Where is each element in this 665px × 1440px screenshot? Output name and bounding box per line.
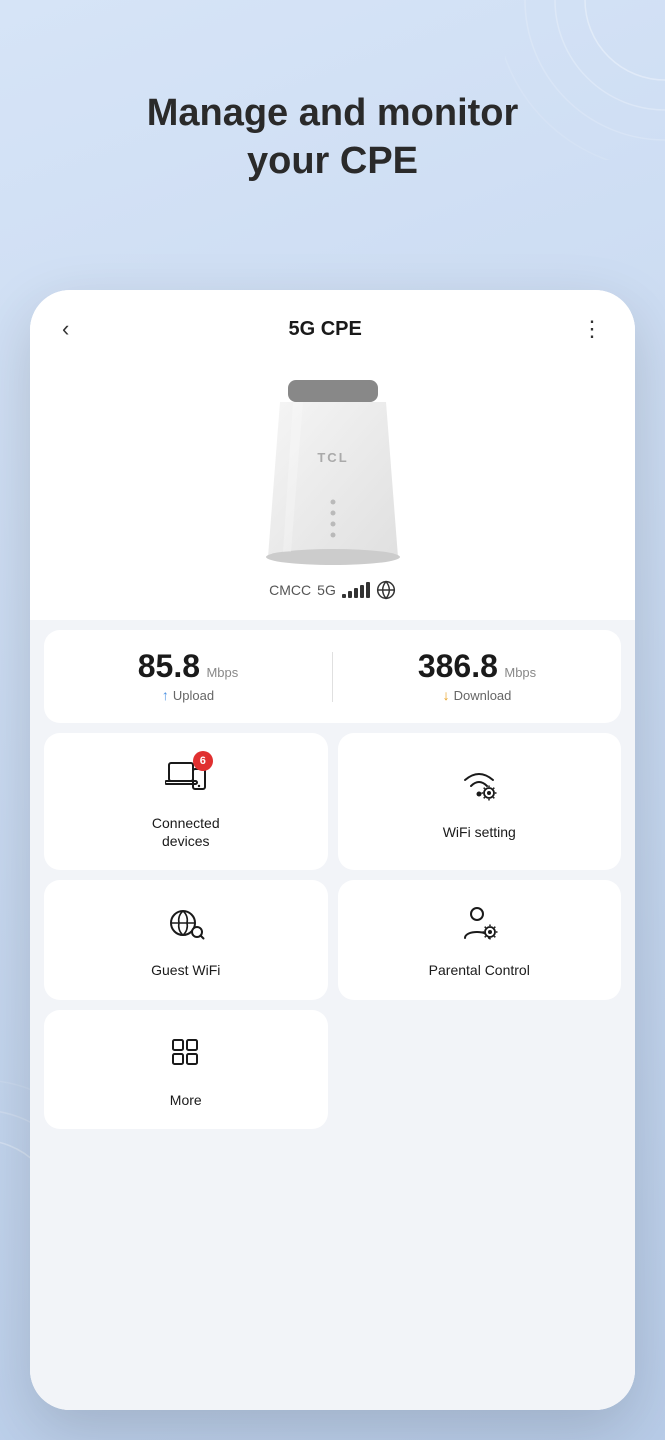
svg-text:TCL: TCL xyxy=(317,450,348,465)
globe-icon xyxy=(376,580,396,600)
parental-control-icon xyxy=(458,904,500,951)
signal-bar-5 xyxy=(366,582,370,598)
background: Manage and monitor your CPE ‹ 5G CPE ⋮ xyxy=(0,0,665,1440)
upload-arrow-icon: ↑ xyxy=(162,687,169,703)
parental-control-card[interactable]: Parental Control xyxy=(338,880,622,999)
device-status: CMCC 5G xyxy=(269,580,396,600)
download-label-row: ↓ Download xyxy=(443,687,512,703)
connected-devices-card[interactable]: 6 Connecteddevices xyxy=(44,733,328,870)
more-label: More xyxy=(170,1091,202,1109)
phone-frame: ‹ 5G CPE ⋮ xyxy=(30,290,635,1410)
signal-bar-4 xyxy=(360,585,364,598)
carrier-label: CMCC xyxy=(269,582,311,598)
top-bar: ‹ 5G CPE ⋮ xyxy=(30,290,635,362)
back-button[interactable]: ‹ xyxy=(54,312,77,346)
network-label: 5G xyxy=(317,582,336,598)
menu-button[interactable]: ⋮ xyxy=(573,312,611,346)
download-arrow-icon: ↓ xyxy=(443,687,450,703)
more-svg xyxy=(165,1034,207,1072)
signal-bar-3 xyxy=(354,588,358,598)
download-unit: Mbps xyxy=(504,665,536,680)
bottom-row: More xyxy=(44,1010,621,1129)
guest-wifi-label: Guest WiFi xyxy=(151,961,220,979)
upload-speed: 85.8 Mbps ↑ Upload xyxy=(44,650,332,703)
more-card[interactable]: More xyxy=(44,1010,328,1129)
page-title: 5G CPE xyxy=(288,318,361,341)
guest-wifi-card[interactable]: Guest WiFi xyxy=(44,880,328,999)
wifi-setting-icon xyxy=(458,766,500,813)
wifi-setting-card[interactable]: WiFi setting xyxy=(338,733,622,870)
device-section: TCL C xyxy=(30,362,635,620)
download-value: 386.8 xyxy=(418,648,498,684)
wifi-setting-label: WiFi setting xyxy=(443,823,516,841)
guest-wifi-svg xyxy=(165,904,207,942)
parental-control-label: Parental Control xyxy=(429,961,530,979)
signal-bar-1 xyxy=(342,594,346,598)
download-speed: 386.8 Mbps ↓ Download xyxy=(333,650,621,703)
connected-devices-icon: 6 xyxy=(165,757,207,804)
device-image: TCL xyxy=(243,372,423,572)
parental-control-svg xyxy=(458,904,500,942)
headline: Manage and monitor your CPE xyxy=(0,90,665,185)
upload-unit: Mbps xyxy=(206,665,238,680)
signal-indicator xyxy=(342,582,370,598)
more-icon xyxy=(165,1034,207,1081)
download-label: Download xyxy=(454,688,512,703)
upload-label: Upload xyxy=(173,688,214,703)
speed-card: 85.8 Mbps ↑ Upload 386.8 Mbps ↓ xyxy=(44,630,621,723)
wifi-setting-svg xyxy=(458,766,500,804)
phone-content: ‹ 5G CPE ⋮ xyxy=(30,290,635,1410)
empty-cell xyxy=(338,1010,622,1129)
upload-value: 85.8 xyxy=(138,648,200,684)
signal-bar-2 xyxy=(348,591,352,598)
upload-label-row: ↑ Upload xyxy=(162,687,214,703)
feature-grid: 6 Connecteddevices xyxy=(44,733,621,1000)
connected-devices-label: Connecteddevices xyxy=(152,814,220,850)
connected-devices-badge: 6 xyxy=(193,751,213,771)
guest-wifi-icon xyxy=(165,904,207,951)
router-illustration: TCL xyxy=(258,372,408,572)
